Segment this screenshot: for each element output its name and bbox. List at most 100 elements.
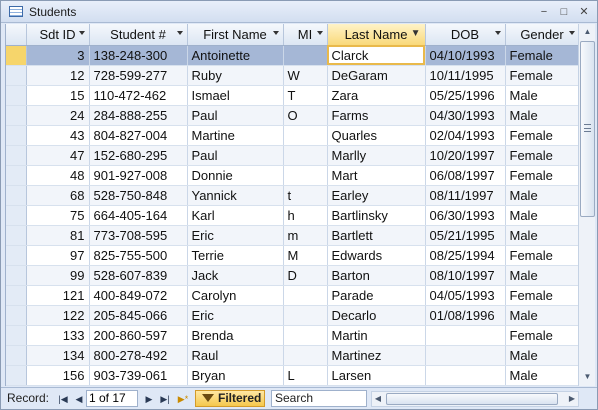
record-selector[interactable] bbox=[6, 305, 27, 326]
cell-mi[interactable] bbox=[283, 45, 328, 66]
cell-gender[interactable]: Female bbox=[505, 165, 578, 186]
cell-sdt-id[interactable]: 81 bbox=[26, 225, 90, 246]
cell-sdt-id[interactable]: 12 bbox=[26, 65, 90, 86]
cell-sdt-id[interactable]: 24 bbox=[26, 105, 90, 126]
cell-sdt-id[interactable]: 133 bbox=[26, 325, 90, 346]
cell-student-number[interactable]: 664-405-164 bbox=[89, 205, 188, 226]
cell-first-name[interactable]: Carolyn bbox=[187, 285, 284, 306]
cell-sdt-id[interactable]: 156 bbox=[26, 365, 90, 386]
cell-last-name[interactable]: Decarlo bbox=[327, 305, 426, 326]
record-selector[interactable] bbox=[6, 65, 27, 86]
cell-last-name[interactable]: Bartlinsky bbox=[327, 205, 426, 226]
cell-sdt-id[interactable]: 43 bbox=[26, 125, 90, 146]
record-selector[interactable] bbox=[6, 225, 27, 246]
next-record-icon[interactable]: ▶ bbox=[143, 392, 155, 406]
cell-mi[interactable]: m bbox=[283, 225, 328, 246]
filtered-toggle-button[interactable]: Filtered bbox=[195, 390, 265, 407]
table-row[interactable]: 133 200-860-597 Brenda Martin Female bbox=[6, 325, 578, 346]
cell-last-name[interactable]: Marlly bbox=[327, 145, 426, 166]
cell-gender[interactable]: Female bbox=[505, 65, 578, 86]
record-selector[interactable] bbox=[6, 325, 27, 346]
cell-gender[interactable]: Female bbox=[505, 145, 578, 166]
previous-record-icon[interactable]: ◀ bbox=[73, 392, 85, 406]
cell-mi[interactable]: t bbox=[283, 185, 328, 206]
cell-student-number[interactable]: 804-827-004 bbox=[89, 125, 188, 146]
cell-first-name[interactable]: Martine bbox=[187, 125, 284, 146]
cell-gender[interactable]: Female bbox=[505, 45, 578, 66]
cell-mi[interactable] bbox=[283, 145, 328, 166]
table-row[interactable]: 43 804-827-004 Martine Quarles 02/04/1993 Fem… bbox=[6, 125, 578, 146]
record-number-field[interactable]: 1 of 17 bbox=[86, 390, 138, 407]
cell-mi[interactable] bbox=[283, 285, 328, 306]
chevron-down-icon[interactable] bbox=[568, 31, 575, 35]
search-input[interactable]: Search bbox=[271, 390, 367, 407]
cell-dob[interactable]: 08/11/1997 bbox=[425, 185, 506, 206]
cell-dob[interactable] bbox=[425, 365, 506, 386]
cell-last-name[interactable]: Bartlett bbox=[327, 225, 426, 246]
cell-student-number[interactable]: 825-755-500 bbox=[89, 245, 188, 266]
cell-mi[interactable] bbox=[283, 125, 328, 146]
cell-student-number[interactable]: 728-599-277 bbox=[89, 65, 188, 86]
cell-sdt-id[interactable]: 97 bbox=[26, 245, 90, 266]
cell-mi[interactable] bbox=[283, 305, 328, 326]
chevron-down-icon[interactable] bbox=[176, 31, 183, 35]
select-all-corner[interactable] bbox=[6, 24, 27, 46]
table-row[interactable]: 97 825-755-500 Terrie M Edwards 08/25/1994 Fem… bbox=[6, 245, 578, 266]
chevron-down-icon[interactable] bbox=[78, 31, 85, 35]
cell-gender[interactable]: Male bbox=[505, 85, 578, 106]
cell-last-name[interactable]: Larsen bbox=[327, 365, 426, 386]
cell-dob[interactable]: 08/10/1997 bbox=[425, 265, 506, 286]
table-row[interactable]: 3 138-248-300 Antoinette Clarck 04/10/1993 Fe… bbox=[6, 45, 578, 66]
cell-student-number[interactable]: 773-708-595 bbox=[89, 225, 188, 246]
cell-last-name[interactable]: Earley bbox=[327, 185, 426, 206]
cell-dob[interactable]: 10/11/1995 bbox=[425, 65, 506, 86]
table-row[interactable]: 156 903-739-061 Bryan L Larsen Male bbox=[6, 365, 578, 386]
cell-dob[interactable]: 05/21/1995 bbox=[425, 225, 506, 246]
cell-dob[interactable]: 06/30/1993 bbox=[425, 205, 506, 226]
minimize-button[interactable]: − bbox=[537, 5, 551, 19]
cell-first-name[interactable]: Brenda bbox=[187, 325, 284, 346]
cell-sdt-id[interactable]: 122 bbox=[26, 305, 90, 326]
cell-student-number[interactable]: 284-888-255 bbox=[89, 105, 188, 126]
column-header-mi[interactable]: MI bbox=[283, 24, 328, 46]
cell-mi[interactable]: T bbox=[283, 85, 328, 106]
cell-gender[interactable]: Male bbox=[505, 105, 578, 126]
cell-student-number[interactable]: 528-750-848 bbox=[89, 185, 188, 206]
column-header-last-name[interactable]: Last Name ▼ bbox=[327, 24, 426, 46]
cell-sdt-id[interactable]: 3 bbox=[26, 45, 90, 66]
cell-last-name[interactable]: DeGaram bbox=[327, 65, 426, 86]
cell-sdt-id[interactable]: 48 bbox=[26, 165, 90, 186]
cell-last-name[interactable]: Edwards bbox=[327, 245, 426, 266]
cell-first-name[interactable]: Ismael bbox=[187, 85, 284, 106]
cell-first-name[interactable]: Jack bbox=[187, 265, 284, 286]
record-selector[interactable] bbox=[6, 125, 27, 146]
record-selector[interactable] bbox=[6, 205, 27, 226]
table-row[interactable]: 15 110-472-462 Ismael T Zara 05/25/1996 Male bbox=[6, 85, 578, 106]
cell-mi[interactable]: h bbox=[283, 205, 328, 226]
table-row[interactable]: 121 400-849-072 Carolyn Parade 04/05/1993 Fem… bbox=[6, 285, 578, 306]
table-row[interactable]: 122 205-845-066 Eric Decarlo 01/08/1996 Male bbox=[6, 305, 578, 326]
chevron-down-icon[interactable] bbox=[494, 31, 501, 35]
cell-sdt-id[interactable]: 134 bbox=[26, 345, 90, 366]
cell-sdt-id[interactable]: 99 bbox=[26, 265, 90, 286]
cell-student-number[interactable]: 200-860-597 bbox=[89, 325, 188, 346]
cell-last-name[interactable]: Clarck bbox=[327, 45, 426, 66]
column-header-first-name[interactable]: First Name bbox=[187, 24, 284, 46]
table-row[interactable]: 75 664-405-164 Karl h Bartlinsky 06/30/1993 Ma… bbox=[6, 205, 578, 226]
vertical-scroll-thumb[interactable] bbox=[580, 41, 595, 217]
record-selector[interactable] bbox=[6, 105, 27, 126]
column-header-gender[interactable]: Gender bbox=[505, 24, 578, 46]
last-record-icon[interactable]: ▶| bbox=[159, 392, 171, 406]
column-header-sdt-id[interactable]: Sdt ID bbox=[26, 24, 90, 46]
cell-last-name[interactable]: Barton bbox=[327, 265, 426, 286]
cell-first-name[interactable]: Paul bbox=[187, 145, 284, 166]
record-selector[interactable] bbox=[6, 265, 27, 286]
cell-dob[interactable] bbox=[425, 325, 506, 346]
cell-mi[interactable] bbox=[283, 325, 328, 346]
cell-first-name[interactable]: Terrie bbox=[187, 245, 284, 266]
cell-gender[interactable]: Male bbox=[505, 185, 578, 206]
cell-mi[interactable]: M bbox=[283, 245, 328, 266]
cell-dob[interactable]: 06/08/1997 bbox=[425, 165, 506, 186]
new-record-icon[interactable]: ▶* bbox=[177, 392, 189, 406]
cell-mi[interactable] bbox=[283, 165, 328, 186]
